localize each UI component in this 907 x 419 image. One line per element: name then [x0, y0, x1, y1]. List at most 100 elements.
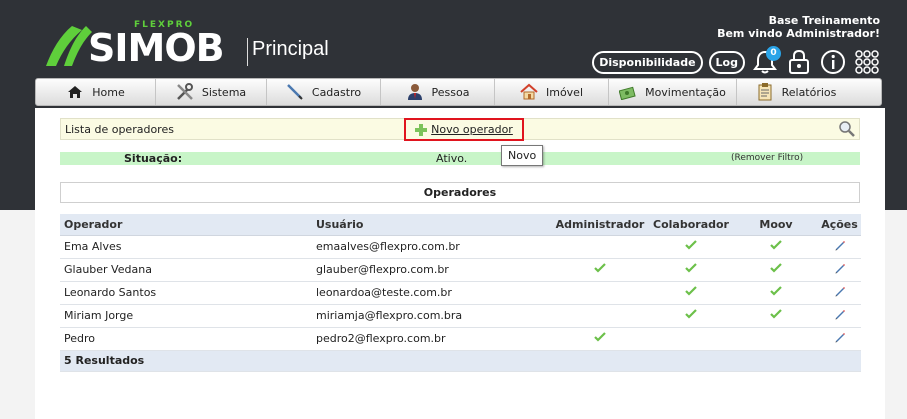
user-info: Base Treinamento Bem vindo Administrador…	[717, 14, 880, 40]
notifications-button[interactable]: 0	[751, 46, 781, 76]
check-icon	[685, 286, 697, 299]
results-count: 5 Resultados	[60, 350, 861, 372]
new-operator-link[interactable]: Novo operador	[431, 123, 513, 136]
check-icon	[770, 263, 782, 276]
column-header-administrador[interactable]: Administrador	[552, 214, 648, 236]
search-icon[interactable]	[838, 120, 856, 141]
actions-cell	[818, 258, 861, 282]
home-icon	[66, 83, 84, 101]
edit-icon[interactable]	[834, 331, 846, 346]
check-icon	[594, 332, 606, 345]
header-toolbar: Disponibilidade Log 0	[592, 46, 881, 76]
table-header-row: Operador Usuário Administrador Colaborad…	[60, 214, 861, 236]
actions-cell	[818, 304, 861, 328]
nav-label: Relatórios	[781, 85, 837, 99]
section-title: Principal	[252, 38, 329, 60]
add-icon	[415, 123, 428, 136]
log-button[interactable]: Log	[708, 50, 745, 74]
info-icon	[821, 50, 845, 74]
nav-label: Home	[92, 85, 125, 99]
colaborador-cell	[648, 304, 734, 328]
filter-bar: Situação: Ativo. (Remover Filtro)	[60, 152, 860, 165]
lock-icon	[789, 49, 809, 74]
table-row[interactable]: Miriam Jorge miriamja@flexpro.com.bra	[60, 304, 861, 328]
house-icon	[520, 83, 538, 101]
moov-cell	[734, 327, 818, 351]
column-header-colaborador[interactable]: Colaborador	[648, 214, 734, 236]
colaborador-cell	[648, 235, 734, 259]
nav-pessoa[interactable]: Pessoa	[381, 79, 495, 105]
check-icon	[685, 309, 697, 322]
moov-cell	[734, 304, 818, 328]
column-header-operador[interactable]: Operador	[60, 214, 312, 236]
nav-movimentacao[interactable]: Movimentação	[609, 79, 737, 105]
table-row[interactable]: Glauber Vedana glauber@flexpro.com.br	[60, 258, 861, 282]
main-nav: Home Sistema Cadastro Pessoa Imóvel Movi…	[35, 78, 882, 106]
clipboard-icon	[756, 83, 774, 101]
table-row[interactable]: Leonardo Santos leonardoa@teste.com.br	[60, 281, 861, 305]
edit-icon[interactable]	[834, 285, 846, 300]
info-button[interactable]	[819, 48, 847, 76]
moov-cell	[734, 281, 818, 305]
nav-cadastro[interactable]: Cadastro	[267, 79, 381, 105]
operators-section-title: Operadores	[60, 182, 860, 203]
table-footer: 5 Resultados	[60, 350, 861, 372]
logo-divider	[247, 38, 248, 66]
operator-name: Pedro	[60, 327, 312, 351]
admin-cell	[552, 258, 648, 282]
colaborador-cell	[648, 327, 734, 351]
operator-name: Glauber Vedana	[60, 258, 312, 282]
check-icon	[770, 240, 782, 253]
column-header-acoes: Ações	[818, 214, 861, 236]
table-row[interactable]: Pedro pedro2@flexpro.com.br	[60, 327, 861, 351]
moov-cell	[734, 258, 818, 282]
moov-cell	[734, 235, 818, 259]
notification-badge: 0	[766, 46, 781, 61]
new-operator-button[interactable]: Novo operador	[404, 118, 524, 141]
actions-cell	[818, 327, 861, 351]
admin-cell	[552, 235, 648, 259]
tooltip: Novo	[501, 145, 544, 166]
operator-user: miriamja@flexpro.com.bra	[312, 304, 552, 328]
check-icon	[770, 286, 782, 299]
apps-button[interactable]	[853, 48, 881, 76]
admin-cell	[552, 304, 648, 328]
nav-relatorios[interactable]: Relatórios	[737, 79, 855, 105]
nav-label: Sistema	[201, 85, 247, 99]
colaborador-cell	[648, 258, 734, 282]
edit-icon[interactable]	[834, 239, 846, 254]
availability-button[interactable]: Disponibilidade	[592, 50, 703, 74]
flexpro-swoosh-icon	[46, 26, 92, 66]
table-row[interactable]: Ema Alves emaalves@flexpro.com.br	[60, 235, 861, 259]
nav-label: Movimentação	[645, 85, 726, 99]
header-edge	[885, 108, 907, 210]
column-header-usuario[interactable]: Usuário	[312, 214, 552, 236]
operator-user: leonardoa@teste.com.br	[312, 281, 552, 305]
tools-icon	[176, 83, 194, 101]
check-icon	[685, 263, 697, 276]
simob-logo[interactable]: FLEXPRO SIMOB Principal	[42, 20, 342, 72]
nav-home[interactable]: Home	[36, 79, 156, 105]
nav-label: Pessoa	[431, 85, 470, 99]
welcome-text: Bem vindo Administrador!	[717, 27, 880, 40]
admin-cell	[552, 281, 648, 305]
nav-sistema[interactable]: Sistema	[156, 79, 267, 105]
column-header-moov[interactable]: Moov	[734, 214, 818, 236]
filter-value: Ativo.	[436, 152, 468, 165]
edit-icon[interactable]	[834, 262, 846, 277]
nav-label: Imóvel	[545, 85, 584, 99]
edit-icon[interactable]	[834, 308, 846, 323]
remove-filter-link[interactable]: (Remover Filtro)	[731, 153, 803, 163]
operator-user: glauber@flexpro.com.br	[312, 258, 552, 282]
list-label: Lista de operadores	[65, 123, 174, 136]
nav-imovel[interactable]: Imóvel	[495, 79, 609, 105]
check-icon	[685, 240, 697, 253]
apps-grid-icon	[855, 50, 879, 74]
operator-user: emaalves@flexpro.com.br	[312, 235, 552, 259]
person-icon	[406, 83, 424, 101]
lock-button[interactable]	[785, 48, 813, 76]
check-icon	[594, 263, 606, 276]
operators-table: Operador Usuário Administrador Colaborad…	[60, 214, 861, 372]
logo-name: SIMOB	[88, 26, 225, 70]
actions-cell	[818, 235, 861, 259]
